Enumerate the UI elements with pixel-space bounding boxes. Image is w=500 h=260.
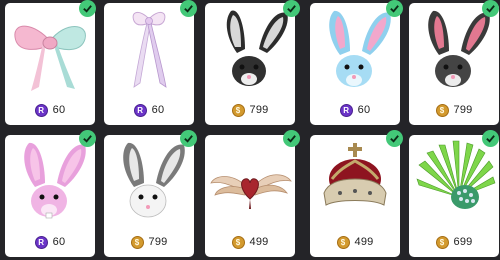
price-tag: $ 799 <box>205 102 295 118</box>
royal-crown-image <box>310 135 400 231</box>
purple-coin-icon: R <box>34 103 48 117</box>
gold-coin-icon: $ <box>336 235 350 249</box>
price-tag: $ 499 <box>205 234 295 250</box>
price-amount: 699 <box>453 236 473 248</box>
price-amount: 60 <box>52 104 66 116</box>
price-tag: $ 499 <box>310 234 400 250</box>
owned-check-icon <box>283 130 300 147</box>
price-amount: 60 <box>151 104 165 116</box>
owned-check-icon <box>482 130 499 147</box>
item-card-winged-heart[interactable]: $ 499 <box>205 135 295 257</box>
price-tag: R 60 <box>310 102 400 118</box>
owned-check-icon <box>386 130 403 147</box>
item-card-pastel-bow[interactable]: R 60 <box>5 3 95 125</box>
gold-coin-icon: $ <box>435 235 449 249</box>
price-amount: 499 <box>249 236 269 248</box>
price-tag: R 60 <box>5 102 95 118</box>
price-amount: 799 <box>453 104 473 116</box>
gold-coin-icon: $ <box>435 103 449 117</box>
sky-bunny-image <box>310 3 400 99</box>
purple-coin-icon: R <box>339 103 353 117</box>
pink-bunny-image <box>5 135 95 231</box>
price-amount: 499 <box>354 236 374 248</box>
black-bunny-ears-image <box>205 3 295 99</box>
price-amount: 799 <box>148 236 168 248</box>
winged-heart-image <box>205 135 295 231</box>
gold-coin-icon: $ <box>231 103 245 117</box>
price-amount: 60 <box>52 236 66 248</box>
owned-check-icon <box>386 0 403 17</box>
item-card-pink-bunny[interactable]: R 60 <box>5 135 95 257</box>
owned-check-icon <box>180 130 197 147</box>
pastel-bow-image <box>5 3 95 99</box>
item-card-royal-crown[interactable]: $ 499 <box>310 135 400 257</box>
item-card-black-bunny-ears[interactable]: $ 799 <box>205 3 295 125</box>
purple-coin-icon: R <box>34 235 48 249</box>
price-tag: $ 699 <box>409 234 499 250</box>
item-card-white-bunny[interactable]: $ 799 <box>104 135 194 257</box>
feather-fan-image <box>409 135 499 231</box>
owned-check-icon <box>283 0 300 17</box>
dark-bunny-image <box>409 3 499 99</box>
gold-coin-icon: $ <box>130 235 144 249</box>
owned-check-icon <box>79 130 96 147</box>
item-card-sky-bunny[interactable]: R 60 <box>310 3 400 125</box>
owned-check-icon <box>79 0 96 17</box>
gold-coin-icon: $ <box>231 235 245 249</box>
price-tag: $ 799 <box>409 102 499 118</box>
white-bunny-image <box>104 135 194 231</box>
lilac-bow-image <box>104 3 194 99</box>
item-card-feather-fan[interactable]: $ 699 <box>409 135 499 257</box>
item-card-lilac-bow[interactable]: R 60 <box>104 3 194 125</box>
purple-coin-icon: R <box>133 103 147 117</box>
price-amount: 799 <box>249 104 269 116</box>
owned-check-icon <box>180 0 197 17</box>
item-card-dark-bunny[interactable]: $ 799 <box>409 3 499 125</box>
item-grid: R 60 R 60 $ 799 R 60 $ 799 R 60 $ 799 $ … <box>0 0 500 260</box>
price-tag: R 60 <box>104 102 194 118</box>
price-tag: $ 799 <box>104 234 194 250</box>
price-tag: R 60 <box>5 234 95 250</box>
owned-check-icon <box>482 0 499 17</box>
price-amount: 60 <box>357 104 371 116</box>
